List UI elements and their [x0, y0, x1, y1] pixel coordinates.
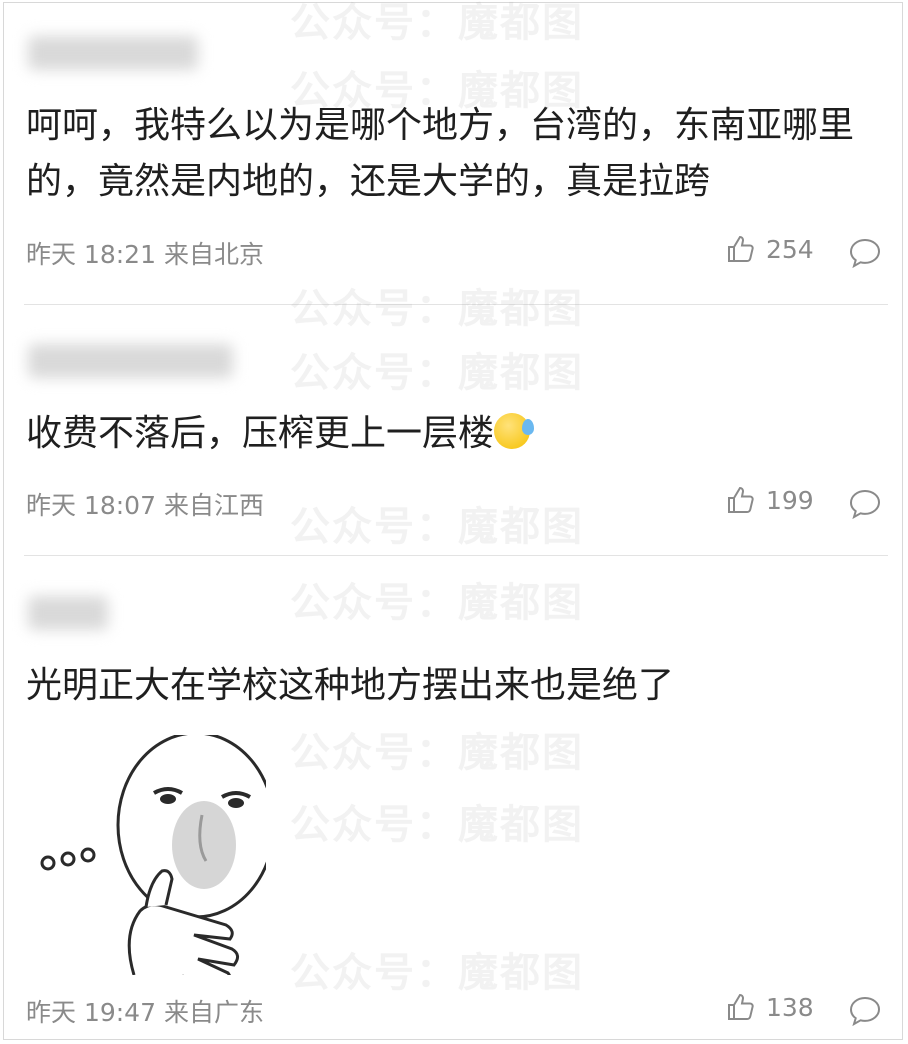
like-button[interactable]: 254	[726, 234, 814, 264]
divider	[24, 555, 888, 556]
comment-text-row: 收费不落后，压榨更上一层楼	[26, 406, 888, 462]
thinking-meme-sticker[interactable]	[26, 735, 266, 975]
like-count: 138	[766, 992, 814, 1022]
comment-meta: 昨天 19:47 来自广东	[26, 993, 264, 1029]
reply-icon[interactable]	[848, 994, 882, 1028]
comment-meta: 昨天 18:07 来自江西	[26, 486, 264, 522]
comment-text: 呵呵，我特么以为是哪个地方，台湾的，东南亚哪里的，竟然是内地的，还是大学的，真是…	[26, 105, 855, 202]
comment-text: 光明正大在学校这种地方摆出来也是绝了	[26, 665, 675, 706]
comment-time: 昨天 18:07	[26, 491, 156, 520]
username-blurred[interactable]	[28, 36, 198, 70]
thumbs-up-icon	[728, 235, 754, 262]
divider	[24, 304, 888, 305]
username-blurred[interactable]	[28, 344, 233, 378]
reply-icon[interactable]	[848, 236, 882, 270]
like-button[interactable]: 199	[726, 485, 814, 515]
sweat-smile-emoji-icon	[494, 413, 535, 449]
thumbs-up-icon	[728, 993, 754, 1020]
comment-location: 来自广东	[163, 998, 264, 1027]
comment-location: 来自江西	[163, 491, 264, 520]
like-count: 254	[766, 234, 814, 264]
like-button[interactable]: 138	[726, 992, 814, 1022]
reply-icon[interactable]	[848, 487, 882, 521]
comment-text: 收费不落后，压榨更上一层楼	[26, 413, 495, 454]
thumbs-up-icon	[728, 486, 754, 513]
like-count: 199	[766, 485, 814, 515]
username-blurred[interactable]	[28, 596, 108, 630]
comment-location: 来自北京	[163, 240, 264, 269]
comment-meta: 昨天 18:21 来自北京	[26, 235, 264, 271]
comment-time: 昨天 18:21	[26, 240, 156, 269]
comment-time: 昨天 19:47	[26, 998, 156, 1027]
